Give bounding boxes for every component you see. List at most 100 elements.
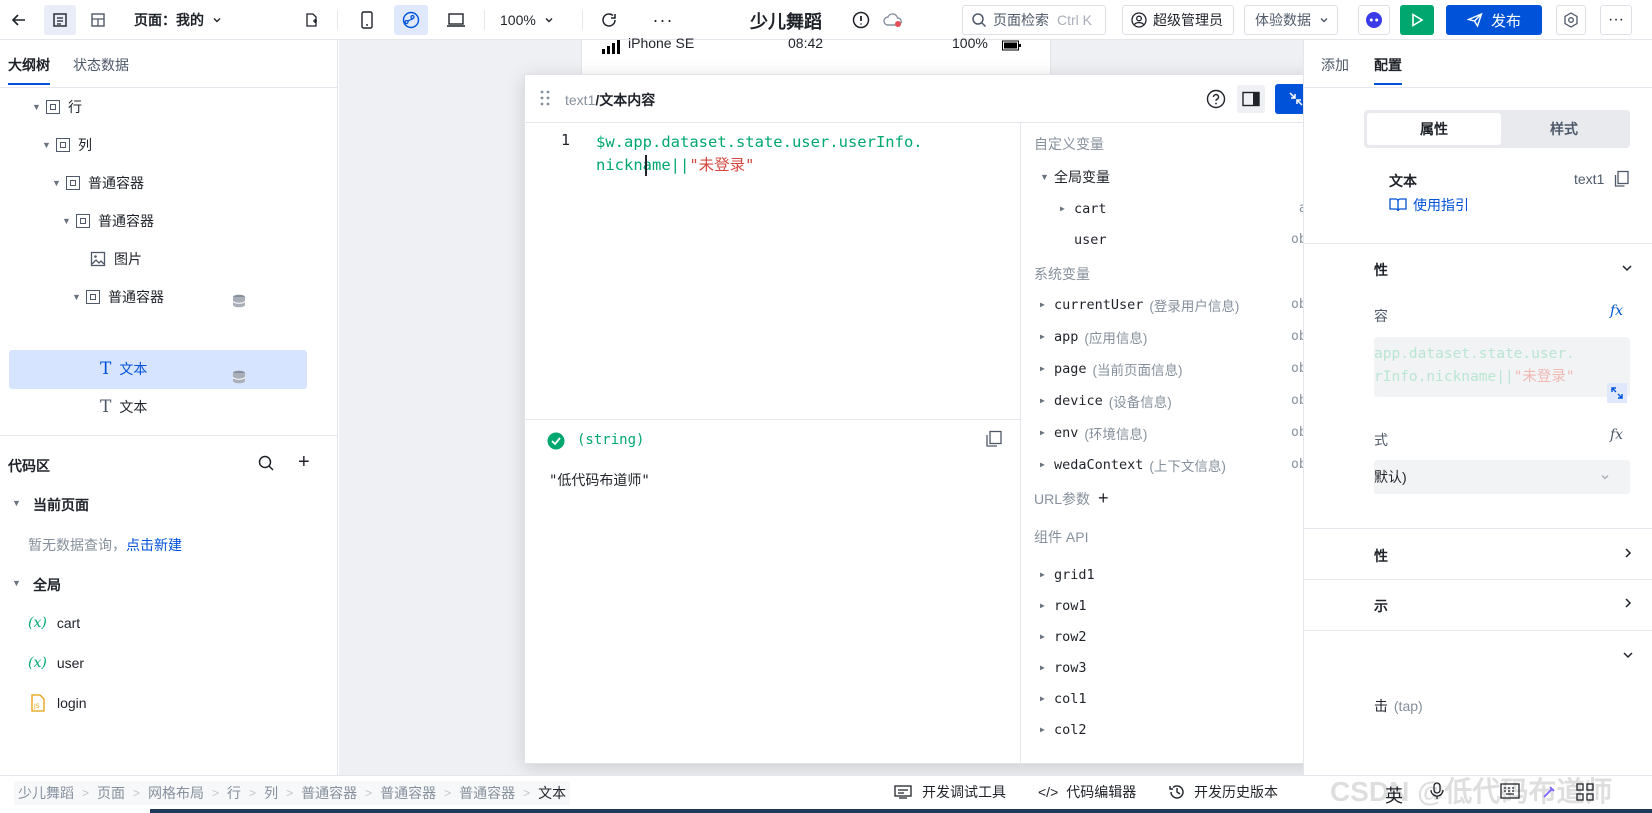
- play-icon: [1412, 13, 1424, 27]
- breadcrumb-item[interactable]: 文本: [538, 783, 566, 803]
- tree-node-container[interactable]: ▼ 普通容器: [72, 278, 164, 316]
- drag-handle-icon[interactable]: [539, 89, 551, 110]
- desktop-view-icon[interactable]: [440, 5, 472, 35]
- back-arrow-icon[interactable]: [4, 5, 34, 35]
- devtools-button[interactable]: 开发调试工具: [894, 782, 1006, 802]
- chevron-down-icon[interactable]: [1622, 649, 1634, 661]
- keyboard-icon[interactable]: [1500, 783, 1520, 802]
- history-button[interactable]: 开发历史版本: [1168, 782, 1278, 802]
- chevron-down-icon[interactable]: [1621, 262, 1633, 274]
- ai-assistant-icon[interactable]: [1358, 5, 1390, 35]
- group-title: 全局变量: [1054, 168, 1110, 185]
- expand-triangle-icon: ▶: [1040, 725, 1045, 734]
- publish-button[interactable]: 发布: [1446, 5, 1542, 35]
- global-item-label: user: [56, 655, 85, 671]
- zoom-selector[interactable]: 100%: [500, 5, 566, 35]
- breadcrumb-item[interactable]: 列: [264, 783, 278, 803]
- add-icon[interactable]: +: [298, 452, 310, 472]
- refresh-icon[interactable]: [594, 5, 624, 35]
- more-menu-icon[interactable]: ···: [1600, 5, 1632, 35]
- add-url-param-icon[interactable]: +: [1098, 488, 1109, 509]
- tab-add[interactable]: 添加: [1321, 55, 1349, 75]
- grid-apps-icon[interactable]: [1576, 783, 1594, 804]
- code-area-title: 代码区: [8, 458, 50, 474]
- tree-node-text[interactable]: T 文本: [100, 388, 147, 426]
- copy-icon[interactable]: [985, 430, 1003, 451]
- new-page-icon[interactable]: [298, 5, 324, 35]
- section-title: 性: [1374, 548, 1388, 564]
- guide-link[interactable]: 使用指引: [1389, 195, 1469, 215]
- tree-node-col[interactable]: ▼ 列: [42, 126, 92, 164]
- tree-node-container[interactable]: ▼ 普通容器: [52, 164, 144, 202]
- expand-triangle-icon: ▶: [1040, 300, 1045, 309]
- chevron-right-icon[interactable]: [1622, 597, 1634, 609]
- breadcrumb-item[interactable]: 普通容器: [380, 783, 436, 803]
- breadcrumb-item[interactable]: 页面: [97, 783, 125, 803]
- battery-icon: [1002, 40, 1021, 51]
- expand-editor-icon[interactable]: [1607, 383, 1627, 403]
- breadcrumb-item[interactable]: 网格布局: [148, 783, 204, 803]
- function-fx-icon[interactable]: fx: [1610, 427, 1623, 443]
- search-icon[interactable]: [257, 454, 275, 475]
- copy-icon[interactable]: [1614, 170, 1630, 191]
- expand-triangle-icon: ▶: [1040, 460, 1045, 469]
- tree-node-image[interactable]: 图片: [90, 240, 250, 278]
- tab-config[interactable]: 配置: [1374, 55, 1402, 85]
- more-icon[interactable]: ···: [648, 5, 678, 35]
- miniprogram-view-icon[interactable]: [394, 5, 428, 35]
- event-tap[interactable]: 击 (tap): [1374, 696, 1423, 716]
- page-search-button[interactable]: 页面检索 Ctrl K: [962, 5, 1106, 35]
- global-item-user[interactable]: (x) user: [28, 655, 84, 671]
- devtools-label: 开发调试工具: [922, 784, 1006, 800]
- breadcrumb-separator-icon: >: [133, 786, 141, 800]
- tools-icon[interactable]: [1540, 783, 1558, 804]
- monitor-icon: [894, 785, 912, 799]
- collapse-triangle-icon[interactable]: ▼: [12, 498, 21, 508]
- global-item-label: cart: [56, 615, 81, 631]
- expression-editor-modal: text1/文本内容 收起 1 $w.app.dataset.state.use…: [524, 74, 1372, 765]
- segment-style[interactable]: 样式: [1501, 113, 1627, 145]
- page-selector[interactable]: 页面：我的: [134, 5, 244, 35]
- breadcrumb-item[interactable]: 普通容器: [301, 783, 357, 803]
- variable-desc: (环境信息): [1084, 426, 1148, 442]
- data-env-select[interactable]: 体验数据: [1244, 5, 1338, 35]
- variable-desc: (登录用户信息): [1149, 298, 1240, 314]
- segment-props[interactable]: 属性: [1367, 113, 1501, 145]
- code-editor-button[interactable]: </> 代码编辑器: [1038, 782, 1136, 802]
- mobile-view-icon[interactable]: [352, 5, 382, 35]
- component-api-name: grid1: [1054, 566, 1095, 583]
- global-item-cart[interactable]: (x) cart: [28, 615, 80, 631]
- style-select-value: 默认): [1374, 469, 1407, 485]
- breadcrumb-item[interactable]: 少儿舞蹈: [18, 783, 74, 803]
- content-expression-field[interactable]: app.dataset.state.user. rInfo.nickname||…: [1374, 337, 1630, 397]
- tab-outline-tree[interactable]: 大纲树: [8, 55, 50, 85]
- breadcrumb-item[interactable]: 行: [227, 783, 241, 803]
- tree-node-label: 行: [68, 99, 82, 115]
- info-icon[interactable]: [848, 5, 874, 35]
- breadcrumb-item[interactable]: 普通容器: [459, 783, 515, 803]
- component-name: 文本: [1389, 173, 1417, 189]
- global-item-login[interactable]: JS login: [30, 694, 87, 712]
- settings-icon[interactable]: [1556, 5, 1586, 35]
- tab-state-data[interactable]: 状态数据: [73, 55, 129, 75]
- page-list-icon[interactable]: [44, 5, 76, 35]
- admin-user-button[interactable]: 超级管理员: [1122, 5, 1234, 35]
- toggle-side-panel-icon[interactable]: [1237, 85, 1265, 113]
- code-editor[interactable]: 1 $w.app.dataset.state.user.userInfo. ni…: [525, 123, 1021, 419]
- collapse-triangle-icon[interactable]: ▼: [12, 578, 21, 588]
- chevron-right-icon[interactable]: [1622, 547, 1634, 559]
- expand-triangle-icon: ▶: [1040, 570, 1045, 579]
- text-cursor: [645, 155, 647, 176]
- tree-node-text-selected[interactable]: T 文本: [100, 350, 147, 388]
- style-select[interactable]: 默认): [1374, 460, 1630, 494]
- create-query-link[interactable]: 点击新建: [126, 537, 182, 553]
- help-icon[interactable]: [1206, 89, 1226, 112]
- microphone-icon[interactable]: [1430, 782, 1444, 803]
- preview-play-button[interactable]: [1400, 5, 1434, 35]
- layout-icon[interactable]: [82, 5, 114, 35]
- tree-node-row[interactable]: ▼ 行: [32, 88, 82, 126]
- tree-node-label: 文本: [119, 361, 148, 377]
- ime-indicator[interactable]: 英: [1385, 782, 1403, 808]
- function-fx-icon[interactable]: fx: [1610, 303, 1623, 319]
- tree-node-container[interactable]: ▼ 普通容器: [62, 202, 154, 240]
